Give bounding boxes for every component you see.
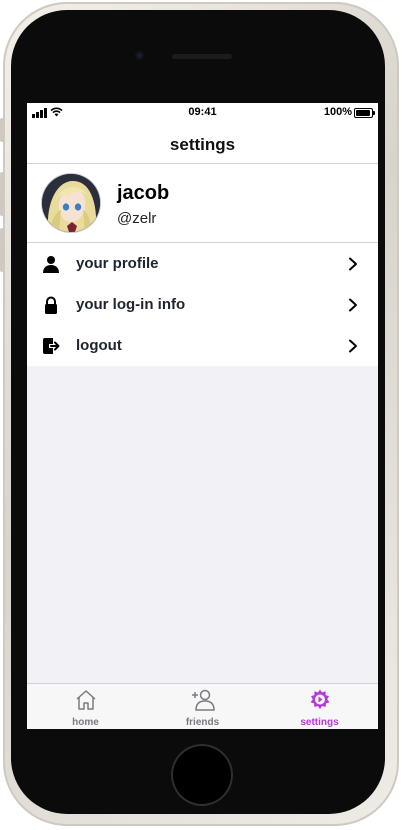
settings-gear-icon (310, 689, 330, 709)
menu-item-your-profile[interactable]: your profile (27, 243, 378, 284)
person-icon (43, 256, 59, 273)
chevron-right-icon (349, 257, 357, 271)
logout-icon (43, 338, 60, 354)
add-friend-icon (192, 689, 215, 711)
menu-item-logout[interactable]: logout (27, 325, 378, 366)
tab-label: settings (300, 717, 339, 728)
home-button[interactable] (171, 744, 233, 806)
chevron-right-icon (349, 339, 357, 353)
volume-up-button (0, 172, 4, 216)
avatar-illustration (42, 174, 100, 232)
avatar[interactable] (42, 174, 100, 232)
silent-switch (0, 118, 4, 142)
profile-name: jacob (117, 182, 170, 204)
chevron-right-icon (349, 298, 357, 312)
battery-percentage: 100% (323, 106, 352, 118)
navigation-bar: settings (27, 122, 378, 164)
tab-home[interactable]: home (27, 684, 144, 729)
front-camera (135, 51, 144, 60)
screen: 09:41 100% settings jacob @zelr your pro… (27, 103, 378, 729)
menu-item-label: logout (76, 337, 122, 354)
menu-item-label: your log-in info (76, 296, 186, 313)
tab-label: home (72, 717, 99, 728)
menu-item-label: your profile (76, 255, 159, 272)
profile-handle: @zelr (117, 210, 157, 227)
tab-settings[interactable]: settings (261, 684, 378, 729)
volume-down-button (0, 228, 4, 272)
profile-header[interactable]: jacob @zelr (27, 164, 378, 243)
tab-friends[interactable]: friends (144, 684, 261, 729)
house-icon (76, 690, 96, 710)
tab-label: friends (185, 717, 220, 728)
settings-menu: your profile your log-in info logout (27, 243, 378, 366)
battery-icon (354, 108, 375, 118)
status-bar: 09:41 100% (27, 103, 378, 122)
menu-item-log-in-info[interactable]: your log-in info (27, 284, 378, 325)
lock-icon (45, 296, 57, 314)
earpiece-speaker (172, 54, 232, 59)
tab-bar: home friends settings (27, 683, 378, 729)
page-title: settings (169, 135, 236, 154)
